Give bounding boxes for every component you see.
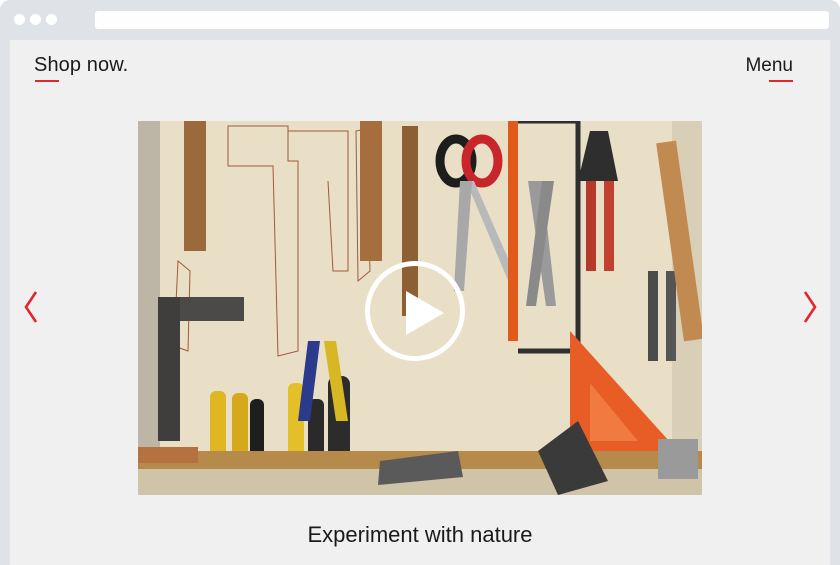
brand-underline [35, 80, 59, 82]
window-dot [30, 14, 41, 25]
window-dot [46, 14, 57, 25]
menu-button[interactable]: Menu [745, 55, 793, 77]
chevron-right-icon[interactable] [799, 290, 819, 324]
page: Shop now. Menu Experiment with nature [10, 40, 830, 565]
browser-chrome [0, 0, 840, 40]
address-bar[interactable] [95, 11, 829, 29]
chevron-left-icon[interactable] [22, 290, 42, 324]
slide-caption: Experiment with nature [307, 522, 533, 547]
window-dot [14, 14, 25, 25]
video-thumbnail[interactable] [138, 121, 702, 495]
brand-link[interactable]: Shop now. [34, 54, 128, 77]
browser-window: Shop now. Menu Experiment with nature [0, 0, 840, 565]
play-icon[interactable] [365, 261, 465, 361]
menu-underline [769, 80, 793, 82]
